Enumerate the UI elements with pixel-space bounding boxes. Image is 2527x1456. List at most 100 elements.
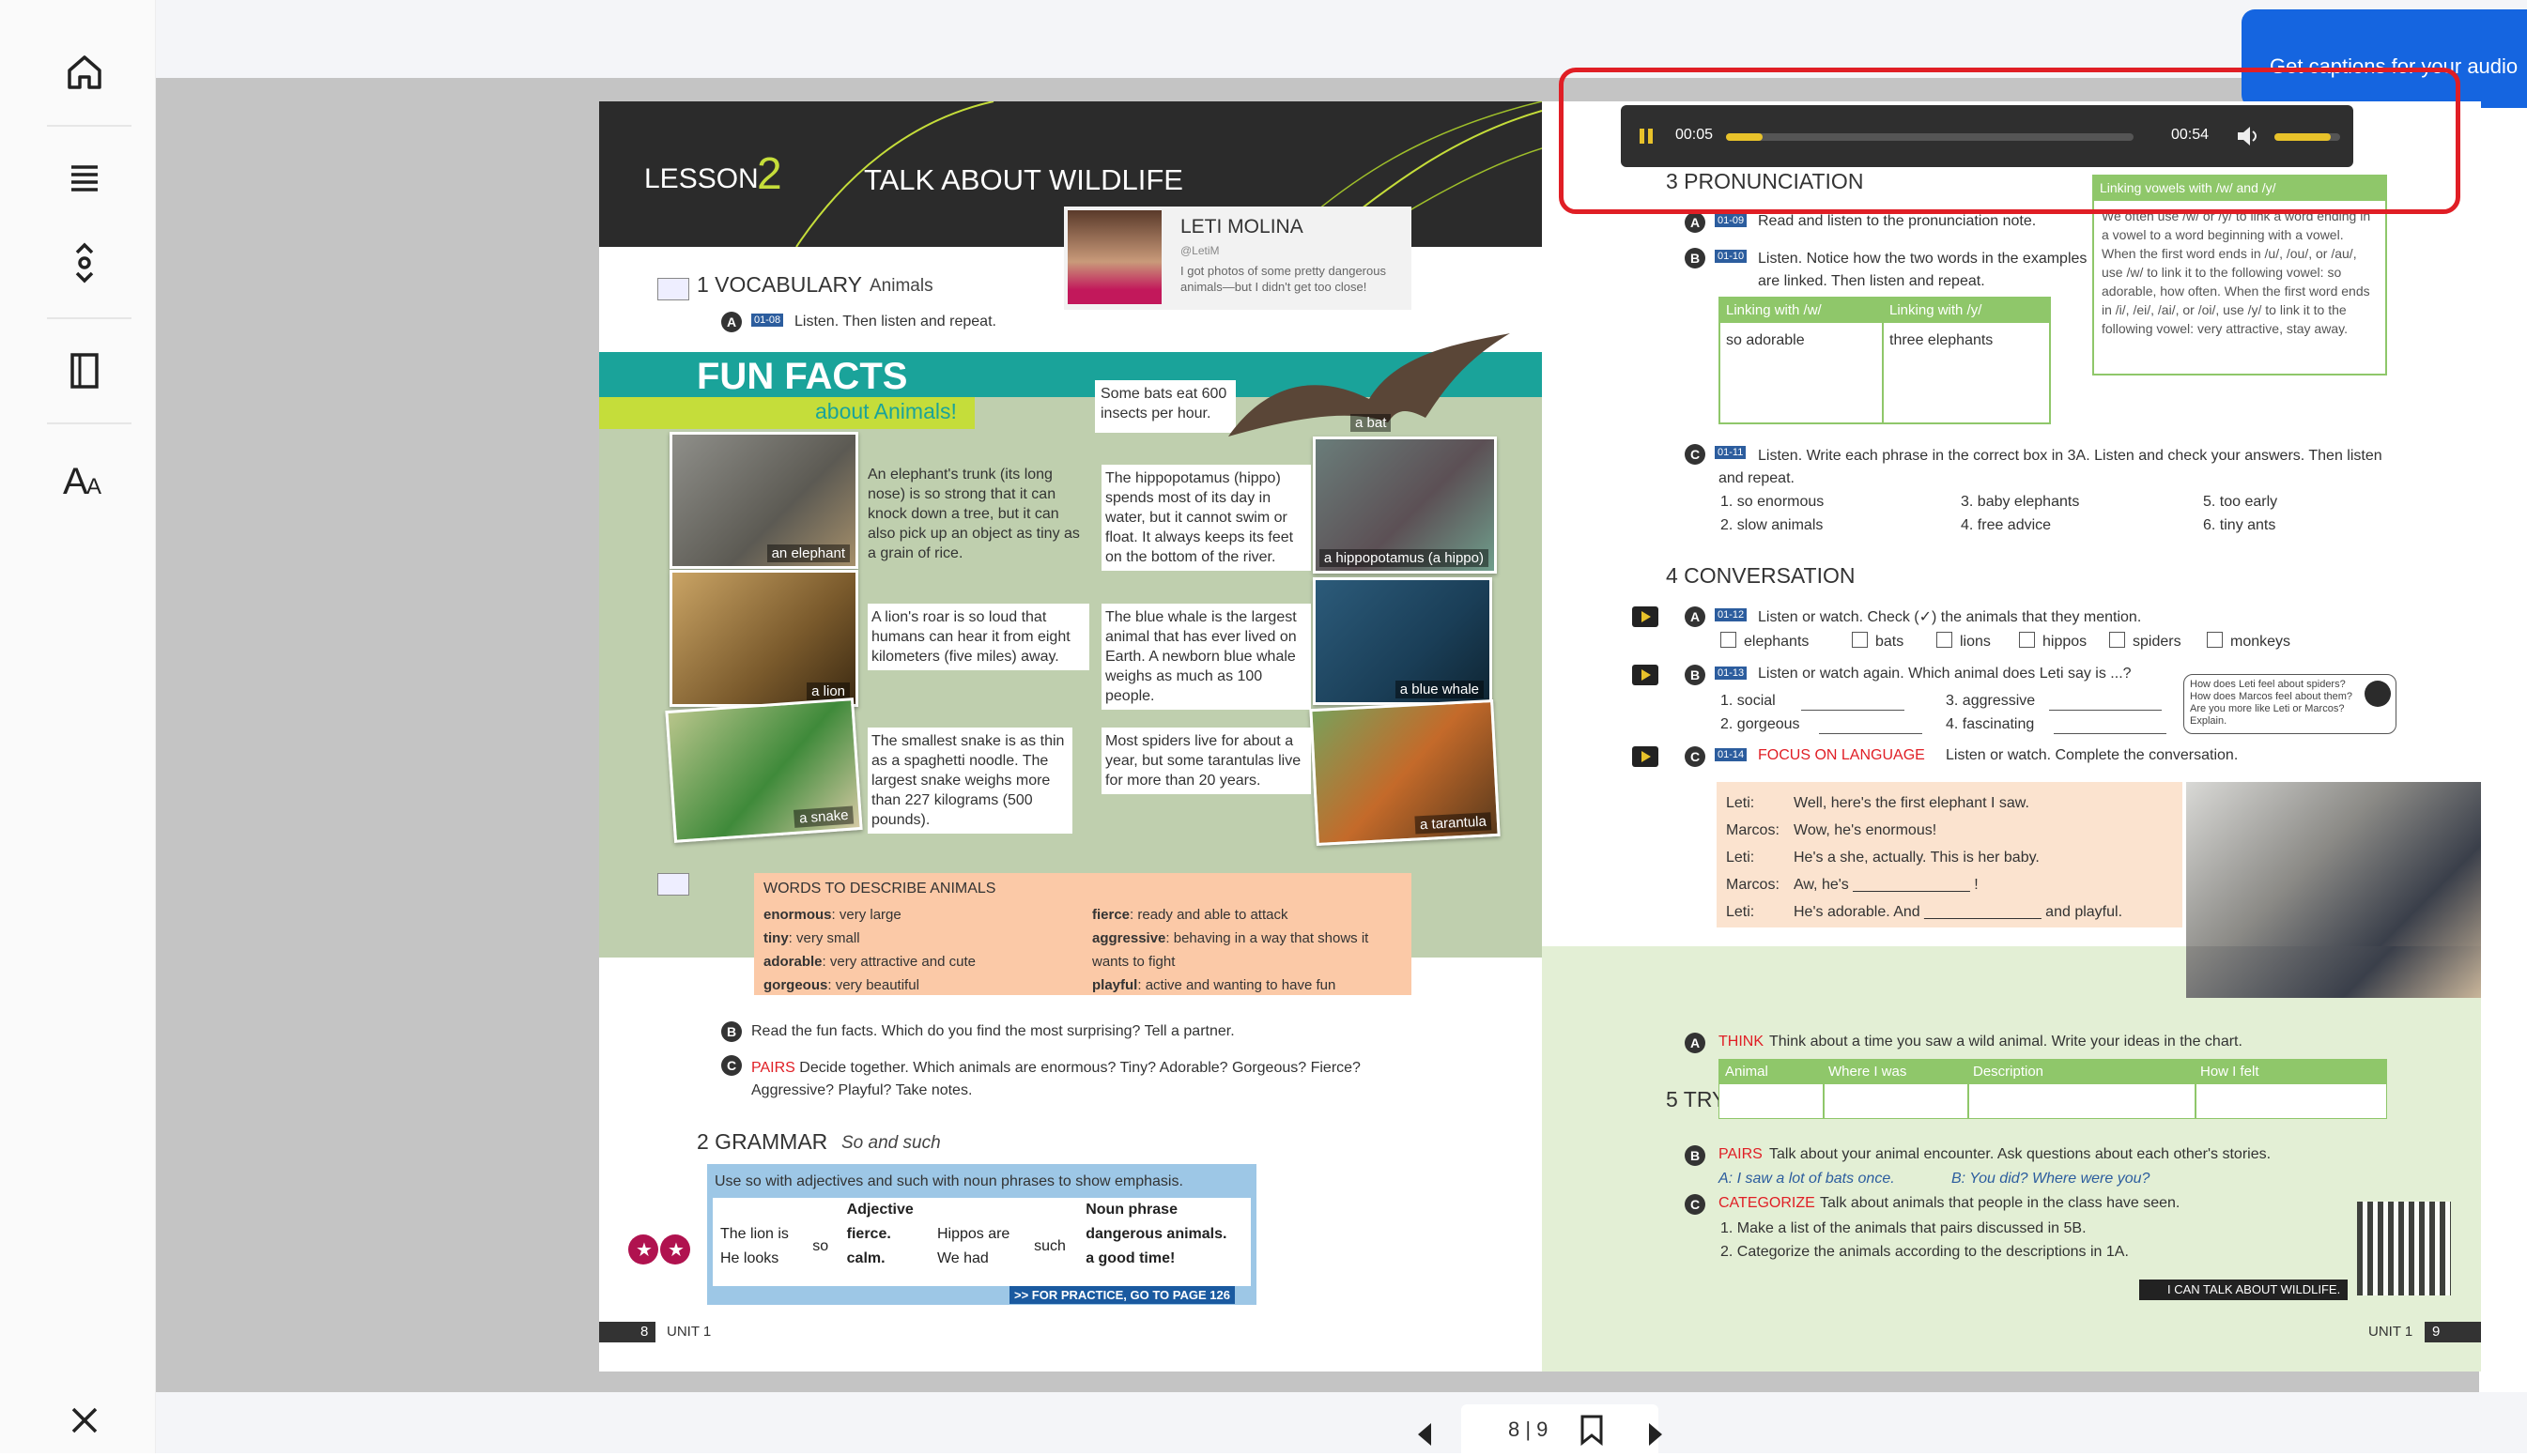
audio-code-3a[interactable]: 01-09 [1715, 214, 1748, 227]
expand-collapse-button[interactable] [52, 230, 117, 296]
next-page-button[interactable] [1641, 1418, 1670, 1451]
profile-handle: @LetiM [1180, 244, 1220, 257]
words-title: WORDS TO DESCRIBE ANIMALS [763, 881, 996, 897]
video-icon-a[interactable] [1632, 606, 1658, 627]
item-c-badge: C [721, 1055, 742, 1076]
prev-page-button[interactable] [1410, 1418, 1439, 1451]
close-button[interactable] [52, 1387, 117, 1453]
top-bar [156, 0, 2527, 78]
vocab-heading: 1 VOCABULARY [697, 272, 862, 297]
profile-card: LETI MOLINA @LetiM I got photos of some … [1064, 207, 1411, 310]
bat-fact: Some bats eat 600 insects per hour. [1101, 386, 1227, 421]
words-box: WORDS TO DESCRIBE ANIMALS enormous: very… [754, 873, 1411, 995]
grammar-table: Adjective Noun phrase The lion is so fierce… [720, 1202, 1227, 1266]
audio-code-1a[interactable]: 01-08 [751, 314, 784, 327]
whale-photo: a blue whale [1313, 577, 1492, 705]
stars-icon: ★ ★ [627, 1233, 693, 1266]
pron-c-text: Listen. Write each phrase in the correct… [1718, 448, 2382, 486]
vocab-icon [657, 278, 689, 300]
animal-checklist: elephants bats lions hippos spiders monk… [1720, 632, 2434, 656]
svg-text:A: A [86, 474, 101, 499]
try-c-text: Talk about animals that people in the cl… [1820, 1195, 2180, 1211]
try-a-text: Think about a time you saw a wild animal… [1769, 1034, 2242, 1050]
highlight-box [1559, 68, 2460, 214]
vocab-a-text: Listen. Then listen and repeat. [794, 314, 996, 330]
unit-label-right: UNIT 1 [2368, 1324, 2413, 1340]
grammar-subheading: So and such [841, 1133, 941, 1153]
vocab-icon-2 [657, 873, 689, 896]
fun-facts-subtitle: about Animals! [815, 399, 957, 423]
pron-a-text: Read and listen to the pronunciation not… [1758, 213, 2037, 229]
lesson-number: 2 [757, 149, 782, 199]
unit-label-left: UNIT 1 [667, 1324, 712, 1340]
fact-hippo: The hippopotamus (hippo) spends most of … [1102, 465, 1311, 571]
photo-label-bat: a bat [1350, 414, 1392, 432]
lion-photo: a lion [670, 570, 858, 707]
animal-chart[interactable]: Animal Where I was Description How I fel… [1718, 1059, 2387, 1119]
audio-code-3b[interactable]: 01-10 [1715, 250, 1748, 263]
grammar-heading: 2 GRAMMAR [697, 1129, 828, 1154]
elephant-photo: an elephant [670, 432, 858, 569]
item-c-text: PAIRS Decide together. Which animals are… [751, 1060, 1361, 1098]
focus-on-language: FOCUS ON LANGUAGE [1758, 747, 1925, 763]
lesson-title: TALK ABOUT WILDLIFE [864, 163, 1183, 196]
page-indicator-label: 8 | 9 [1508, 1418, 1549, 1441]
qr-code[interactable] [2357, 1202, 2451, 1295]
try-b-text: Talk about your animal encounter. Ask qu… [1769, 1146, 2272, 1162]
conversation-heading: 4 CONVERSATION [1666, 563, 1856, 588]
page-indicator: 8 | 9 [1461, 1404, 1658, 1453]
fact-spider: Most spiders live for about a year, but … [1102, 728, 1311, 794]
conv-b-text: Listen or watch again. Which animal does… [1758, 666, 2132, 682]
fun-facts-panel: FUN FACTS about Animals! Some bats eat 6… [599, 333, 1542, 958]
fact-snake: The smallest snake is as thin as a spagh… [868, 728, 1072, 834]
home-button[interactable] [52, 39, 117, 105]
reader-toolbar: AA [0, 0, 156, 1453]
chevron-left-icon [1418, 1423, 1431, 1446]
conv-a-text: Listen or watch. Check (✓) the animals t… [1758, 609, 2142, 625]
think-label: THINK [1718, 1034, 1764, 1050]
practice-link[interactable]: >> FOR PRACTICE, GO TO PAGE 126 [1009, 1286, 1235, 1304]
chat-icon [2365, 681, 2391, 707]
linking-table: Linking with /w/ Linking with /y/ so ado… [1718, 297, 2051, 424]
svg-text:A: A [63, 461, 88, 499]
discussion-bubble: How does Leti feel about spiders? How do… [2183, 674, 2396, 734]
bookmark-icon[interactable] [1578, 1414, 1606, 1446]
expand-vertical-icon [75, 242, 94, 284]
notebook-icon [70, 353, 99, 389]
right-page: 3 PRONUNCIATION A 01-09 Read and listen … [1542, 101, 2481, 1372]
home-icon [68, 55, 101, 89]
notebook-button[interactable] [52, 338, 117, 404]
page-number-left: 8 [640, 1324, 649, 1340]
chevron-right-icon [1649, 1423, 1662, 1446]
tarantula-photo: a tarantula [1309, 698, 1501, 847]
text-size-button[interactable]: AA [52, 446, 117, 512]
pron-b-text: Listen. Notice how the two words in the … [1758, 251, 2088, 289]
fact-lion: A lion's roar is so loud that humans can… [868, 604, 1089, 670]
fun-facts-title: FUN FACTS [697, 356, 908, 397]
list-icon [71, 165, 98, 192]
fact-whale: The blue whale is the largest animal tha… [1102, 604, 1311, 710]
svg-text:★: ★ [636, 1238, 653, 1261]
profile-name: LETI MOLINA [1180, 216, 1303, 238]
hippo-photo: a hippopotamus (a hippo) [1313, 437, 1497, 574]
avatar [1068, 210, 1162, 304]
dialogue-box: Leti: Well, here's the first elephant I s… [1717, 782, 2182, 927]
bottom-bar [156, 1392, 2527, 1453]
lesson-label: LESSON [644, 163, 759, 194]
grammar-box: Use so with adjectives and such with nou… [707, 1164, 1256, 1305]
grammar-note: Use so with adjectives and such with nou… [715, 1173, 1183, 1189]
item-b-badge: B [721, 1021, 742, 1042]
profile-text: I got photos of some pretty dangerous an… [1180, 264, 1386, 294]
item-a-badge: A [721, 312, 742, 332]
svg-text:★: ★ [668, 1238, 685, 1261]
text-size-icon: AA [63, 461, 101, 499]
snake-photo: a snake [665, 697, 863, 843]
video-icon-b[interactable] [1632, 665, 1658, 685]
video-icon-c[interactable] [1632, 746, 1658, 767]
vocab-subheading: Animals [870, 276, 933, 296]
table-of-contents-button[interactable] [52, 146, 117, 211]
item-b-text: Read the fun facts. Which do you find th… [751, 1023, 1235, 1039]
left-page: LESSON 2 TALK ABOUT WILDLIFE LETI MOLINA… [599, 101, 1542, 1372]
page-number-right: 9 [2432, 1324, 2441, 1340]
conv-c-text: Listen or watch. Complete the conversati… [1946, 747, 2239, 763]
